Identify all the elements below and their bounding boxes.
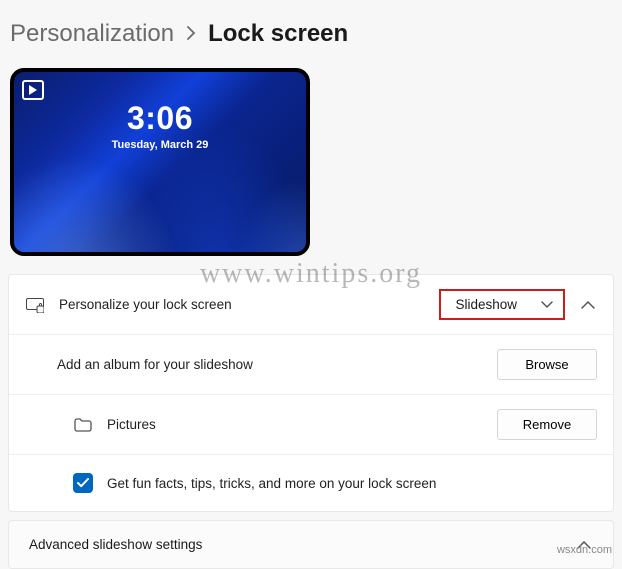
- album-row: Add an album for your slideshow Browse: [9, 335, 613, 395]
- folder-icon: [73, 418, 93, 432]
- funfacts-checkbox[interactable]: [73, 473, 93, 493]
- preview-clock: 3:06 Tuesday, March 29: [14, 100, 306, 151]
- funfacts-row: Get fun facts, tips, tricks, and more on…: [9, 455, 613, 511]
- personalize-row: Personalize your lock screen Slideshow: [9, 275, 613, 335]
- personalize-dropdown[interactable]: Slideshow: [439, 289, 565, 320]
- album-label: Add an album for your slideshow: [57, 357, 483, 372]
- chevron-down-icon: [541, 297, 553, 312]
- dropdown-value: Slideshow: [455, 297, 517, 312]
- breadcrumb-parent[interactable]: Personalization: [10, 20, 174, 48]
- pictures-row: Pictures Remove: [9, 395, 613, 455]
- browse-button[interactable]: Browse: [497, 349, 597, 380]
- chevron-right-icon: [186, 24, 196, 45]
- remove-button[interactable]: Remove: [497, 409, 597, 440]
- preview-time: 3:06: [14, 100, 306, 137]
- lockscreen-preview[interactable]: 3:06 Tuesday, March 29: [10, 68, 310, 256]
- breadcrumb: Personalization Lock screen: [0, 0, 622, 64]
- personalize-label: Personalize your lock screen: [59, 297, 425, 312]
- credit: wsxdn.com: [557, 544, 612, 556]
- pictures-label: Pictures: [107, 417, 483, 432]
- advanced-settings-row[interactable]: Advanced slideshow settings: [8, 520, 614, 569]
- page-title: Lock screen: [208, 20, 348, 48]
- advanced-label: Advanced slideshow settings: [29, 537, 202, 552]
- personalize-card: Personalize your lock screen Slideshow A…: [8, 274, 614, 512]
- lockscreen-icon: [25, 297, 45, 313]
- preview-date: Tuesday, March 29: [14, 139, 306, 151]
- play-icon: [22, 80, 44, 100]
- funfacts-label: Get fun facts, tips, tricks, and more on…: [107, 476, 597, 491]
- collapse-button[interactable]: [579, 300, 597, 309]
